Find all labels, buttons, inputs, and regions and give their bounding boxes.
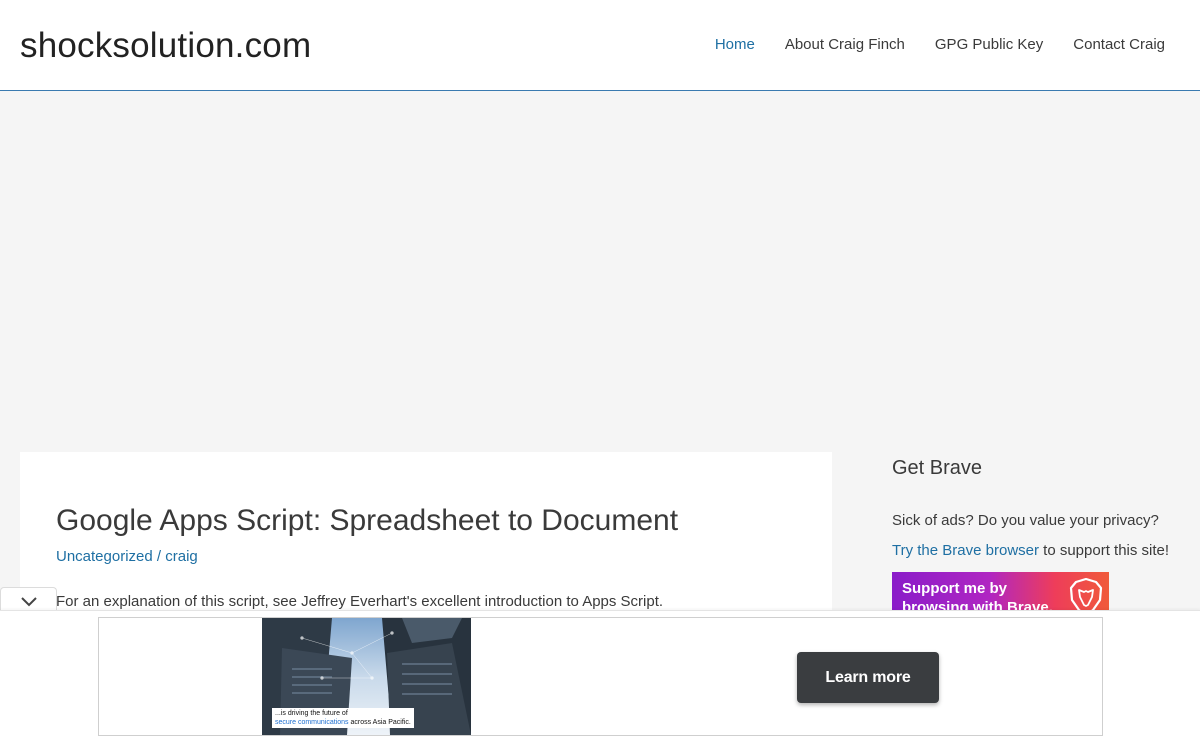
learn-more-button[interactable]: Learn more xyxy=(797,652,939,703)
top-ad-space xyxy=(0,92,1200,442)
category-link[interactable]: Uncategorized xyxy=(56,548,153,565)
ad-frame[interactable]: ...is driving the future of secure commun… xyxy=(98,617,1103,736)
widget-title: Get Brave xyxy=(892,457,983,479)
author-link[interactable]: craig xyxy=(165,548,198,565)
chevron-down-icon xyxy=(20,597,37,607)
brave-browser-link[interactable]: Try the Brave browser xyxy=(892,542,1039,559)
article-title: Google Apps Script: Spreadsheet to Docum… xyxy=(56,504,679,537)
site-header: shocksolution.com Home About Craig Finch… xyxy=(0,0,1200,91)
ad-image-skyscrapers[interactable]: ...is driving the future of secure commun… xyxy=(262,618,471,735)
nav-about-craig-finch[interactable]: About Craig Finch xyxy=(785,36,905,53)
bottom-anchor-ad: ...is driving the future of secure commun… xyxy=(0,610,1200,740)
article-meta: Uncategorized / craig xyxy=(56,548,198,565)
widget-text: Sick of ads? Do you value your privacy? … xyxy=(892,506,1182,566)
site-title-link[interactable]: shocksolution.com xyxy=(20,26,311,66)
article-intro: For an explanation of this script, see J… xyxy=(56,593,664,610)
nav-home[interactable]: Home xyxy=(715,36,755,53)
widget-text-before: Sick of ads? Do you value your privacy? xyxy=(892,512,1159,529)
nav-gpg-public-key[interactable]: GPG Public Key xyxy=(935,36,1043,53)
sidebar: Get Brave Sick of ads? Do you value your… xyxy=(892,452,1192,620)
main-nav: Home About Craig Finch GPG Public Key Co… xyxy=(715,36,1165,53)
ad-caption: ...is driving the future of secure commun… xyxy=(272,708,414,728)
widget-text-after: to support this site! xyxy=(1039,542,1170,559)
meta-separator: / xyxy=(156,548,162,565)
nav-contact-craig[interactable]: Contact Craig xyxy=(1073,36,1165,53)
